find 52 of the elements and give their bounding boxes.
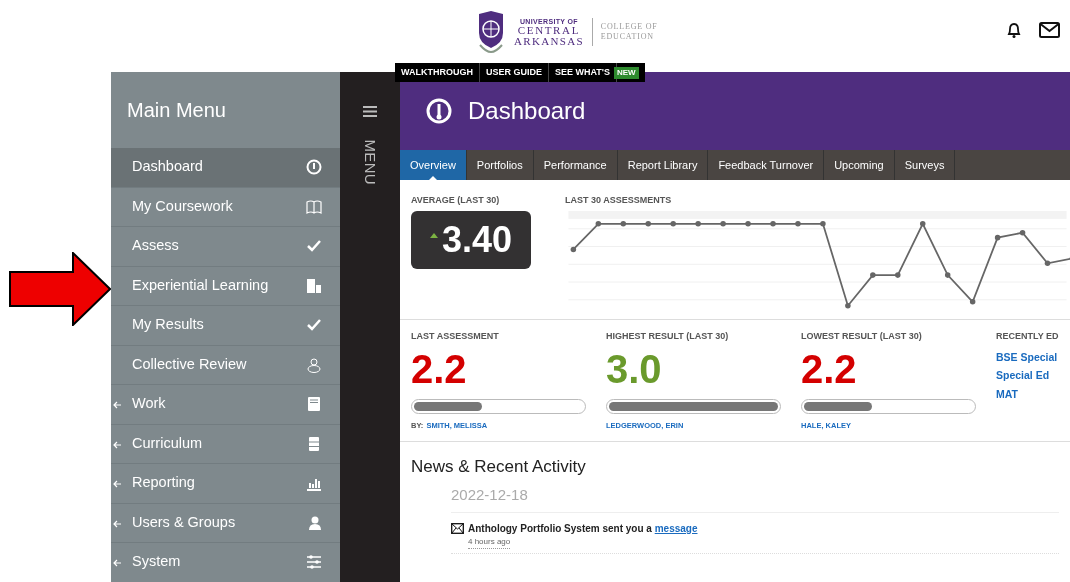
sidebar-item[interactable]: Work (111, 385, 340, 425)
tab[interactable]: Performance (533, 150, 618, 180)
average-value: 3.40 (411, 210, 531, 269)
activity-text: Anthology Portfolio System sent you a message (468, 522, 698, 536)
sidebar-item[interactable]: Experiential Learning (111, 266, 340, 306)
dashboard-icon (426, 98, 452, 124)
logo-text: CENTRAL (517, 24, 581, 36)
average-label: AVERAGE (LAST 30) (411, 194, 501, 207)
tab[interactable]: Upcoming (824, 150, 895, 180)
mail-icon[interactable] (1039, 22, 1060, 38)
new-badge: NEW (614, 66, 639, 79)
shield-logo-icon (476, 11, 506, 53)
sidebar-item[interactable]: Dashboard (111, 148, 340, 188)
sidebar-item[interactable]: Curriculum (111, 424, 340, 464)
message-link[interactable]: message (654, 523, 698, 534)
stat-value: 2.2 (411, 345, 468, 393)
help-link[interactable]: USER GUIDE (480, 63, 549, 82)
menu-label[interactable]: MENU (358, 139, 382, 185)
sliders-icon (306, 554, 322, 571)
building-icon (306, 277, 322, 294)
tab[interactable]: Portfolios (466, 150, 534, 180)
stat-label: HIGHEST RESULT (LAST 30) (606, 330, 730, 343)
stat-value: 3.0 (606, 345, 663, 393)
stat-label: LOWEST RESULT (LAST 30) (801, 330, 923, 343)
activity-time: 4 hours ago (468, 536, 511, 549)
chart-title: LAST 30 ASSESSMENTS (565, 194, 673, 207)
help-link[interactable]: WALKTHROUGH (395, 63, 480, 82)
news-date: 2022-12-18 (451, 483, 1059, 513)
book-icon (306, 198, 322, 215)
dashboard-icon (306, 159, 322, 176)
recent-link[interactable]: MAT (996, 387, 1059, 403)
recent-link[interactable]: Special Ed (996, 368, 1059, 384)
page-title: Dashboard (468, 96, 586, 126)
news-title: News & Recent Activity (411, 456, 587, 478)
notification-bell-icon[interactable] (1006, 22, 1022, 39)
tab[interactable]: Feedback Turnover (708, 150, 825, 180)
recent-link[interactable]: BSE Special (996, 349, 1059, 366)
user-icon (306, 514, 322, 531)
tab[interactable]: Report Library (617, 150, 709, 180)
cabinet-icon (306, 435, 322, 452)
logo-text: ARKANSAS (514, 35, 584, 47)
college-name: COLLEGE OF EDUCATION (600, 22, 659, 42)
stat-label: LAST ASSESSMENT (411, 330, 500, 343)
stat-value: 2.2 (801, 345, 858, 393)
envelope-icon (451, 523, 464, 534)
tab[interactable]: Overview (400, 150, 467, 180)
people-icon (306, 356, 322, 373)
tab[interactable]: Surveys (894, 150, 956, 180)
tray-icon (306, 396, 322, 413)
sidebar-title: Main Menu (127, 98, 226, 123)
menu-icon[interactable] (363, 106, 377, 117)
recent-label: RECENTLY ED (996, 330, 1059, 343)
